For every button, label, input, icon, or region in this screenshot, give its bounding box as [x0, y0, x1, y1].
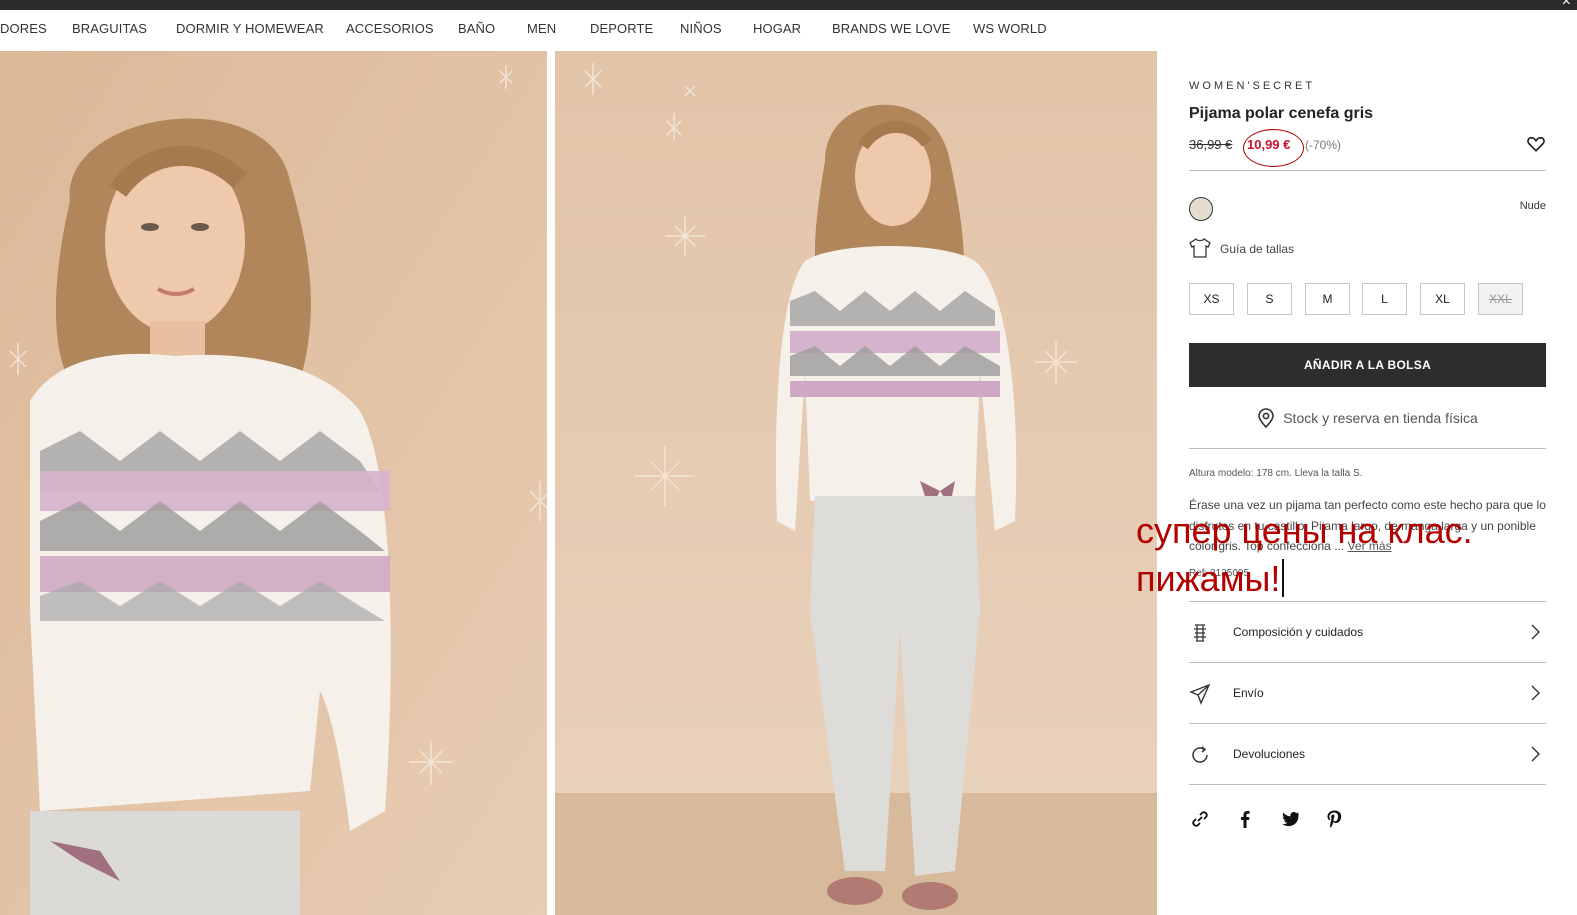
nav-item-accesorios[interactable]: ACCESORIOS — [346, 21, 434, 36]
pinterest-icon[interactable] — [1323, 808, 1345, 830]
store-stock-link[interactable]: Stock y reserva en tienda física — [1189, 407, 1546, 429]
accordion-label: Envío — [1233, 686, 1264, 700]
paper-plane-icon — [1189, 683, 1211, 705]
heart-icon[interactable] — [1526, 134, 1546, 154]
photo-closeup-illustration — [0, 51, 547, 915]
divider — [1189, 170, 1546, 171]
chevron-right-icon — [1531, 624, 1540, 640]
nav-item-braguitas[interactable]: BRAGUITAS — [72, 21, 147, 36]
color-swatch-nude[interactable] — [1189, 197, 1213, 221]
size-option-l[interactable]: L — [1362, 283, 1407, 315]
size-option-m[interactable]: M — [1305, 283, 1350, 315]
product-info-panel: WOMEN'SECRET Pijama polar cenefa gris 36… — [1189, 51, 1546, 915]
old-price: 36,99 € — [1189, 137, 1233, 152]
photo-full-illustration — [555, 51, 1157, 915]
size-option-xxl[interactable]: XXL — [1478, 283, 1523, 315]
product-title: Pijama polar cenefa gris — [1189, 105, 1374, 122]
annotation-line-2: пижамы! — [1136, 555, 1473, 603]
annotation-line-2-text: пижамы! — [1136, 558, 1281, 599]
main-nav: DORES BRAGUITAS DORMIR Y HOMEWEAR ACCESO… — [0, 10, 1577, 50]
nav-item-bano[interactable]: BAÑO — [458, 21, 495, 36]
nav-item-brands[interactable]: BRANDS WE LOVE — [832, 21, 950, 36]
nav-item-dormir[interactable]: DORMIR Y HOMEWEAR — [176, 21, 324, 36]
nav-item-men[interactable]: MEN — [527, 21, 556, 36]
top-bar: × — [0, 0, 1577, 10]
product-photo-closeup[interactable] — [0, 51, 547, 915]
size-option-xl[interactable]: XL — [1420, 283, 1465, 315]
nav-item-ws-world[interactable]: WS WORLD — [973, 21, 1047, 36]
add-to-bag-button[interactable]: AÑADIR A LA BOLSA — [1189, 343, 1546, 387]
accordion-shipping[interactable]: Envío — [1189, 663, 1546, 723]
accordion-label: Composición y cuidados — [1233, 625, 1364, 639]
nav-item-hogar[interactable]: HOGAR — [753, 21, 801, 36]
model-info: Altura modelo: 178 cm. Lleva la talla S. — [1189, 468, 1363, 479]
refresh-icon — [1192, 746, 1208, 763]
accordion-returns[interactable]: Devoluciones — [1189, 724, 1546, 784]
facebook-icon[interactable] — [1234, 808, 1256, 830]
care-label-icon — [1194, 624, 1206, 642]
text-cursor — [1282, 559, 1284, 597]
brand-name: WOMEN'SECRET — [1189, 80, 1316, 92]
discount-percent: (-70%) — [1305, 138, 1342, 152]
chevron-right-icon — [1531, 746, 1540, 762]
location-pin-icon — [1258, 408, 1275, 428]
product-photo-full[interactable] — [555, 51, 1157, 915]
size-option-xs[interactable]: XS — [1189, 283, 1234, 315]
chevron-right-icon — [1531, 685, 1540, 701]
size-guide-link[interactable]: Guía de tallas — [1220, 242, 1294, 256]
nav-item-ninos[interactable]: NIÑOS — [680, 21, 722, 36]
nav-item-dores[interactable]: DORES — [0, 21, 47, 36]
color-name: Nude — [1519, 200, 1546, 212]
accordion-label: Devoluciones — [1233, 747, 1306, 761]
close-icon[interactable]: × — [1562, 0, 1571, 10]
store-stock-label: Stock y reserva en tienda física — [1283, 410, 1478, 426]
annotation-text: супер цены на клас. пижамы! — [1136, 507, 1473, 603]
accordion-composition[interactable]: Composición y cuidados — [1189, 602, 1546, 662]
price-annotation-circle — [1243, 129, 1304, 167]
divider — [1189, 784, 1546, 785]
size-option-s[interactable]: S — [1247, 283, 1292, 315]
link-icon[interactable] — [1189, 808, 1211, 830]
divider — [1189, 448, 1546, 449]
nav-item-deporte[interactable]: DEPORTE — [590, 21, 653, 36]
shirt-icon — [1189, 238, 1211, 258]
annotation-line-1: супер цены на клас. — [1136, 510, 1473, 551]
twitter-icon[interactable] — [1279, 808, 1301, 830]
